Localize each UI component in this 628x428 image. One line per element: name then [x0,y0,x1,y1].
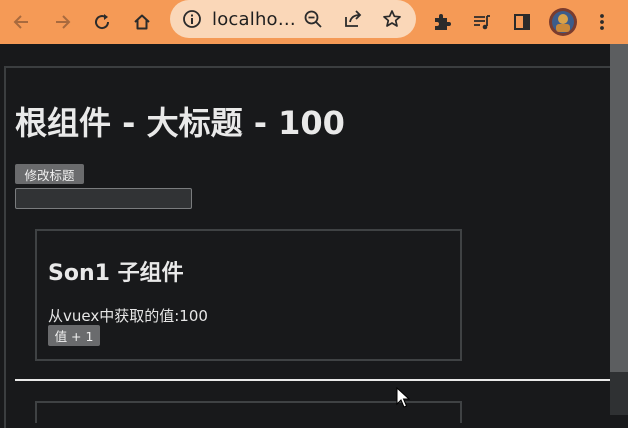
reload-button[interactable] [84,4,120,40]
browser-menu-button[interactable] [584,4,620,40]
son1-value-text: 从vuex中获取的值:100 [48,307,208,325]
reload-icon [95,14,110,30]
zoom-icon[interactable] [303,9,323,33]
title-input[interactable] [15,188,192,209]
media-queue-icon [474,15,490,30]
puzzle-icon [435,14,451,30]
home-button[interactable] [124,4,160,40]
media-queue-button[interactable] [464,4,500,40]
kebab-menu-icon [600,14,604,30]
home-icon [134,14,150,30]
change-title-button[interactable]: 修改标题 [15,164,84,184]
back-button[interactable] [4,4,40,40]
page-title: 根组件 - 大标题 - 100 [15,104,345,142]
avatar [549,8,577,36]
star-icon[interactable] [382,9,402,33]
divider [15,379,610,381]
scrollbar-thumb[interactable] [610,44,628,372]
forward-button[interactable] [44,4,80,40]
browser-toolbar: localho… [0,0,628,44]
mouse-cursor-icon [396,386,411,413]
share-icon[interactable] [343,9,363,33]
side-panel-button[interactable] [504,4,540,40]
extensions-button[interactable] [424,4,460,40]
url-text[interactable]: localho… [212,9,296,30]
side-panel-icon [514,14,530,30]
son1-title: Son1 子组件 [48,261,184,286]
site-info-icon[interactable] [182,9,202,33]
back-arrow-icon [13,15,28,29]
forward-arrow-icon [56,15,71,29]
profile-button[interactable] [545,4,581,40]
address-bar[interactable]: localho… [170,0,416,38]
increment-button[interactable]: 值 + 1 [48,325,100,346]
